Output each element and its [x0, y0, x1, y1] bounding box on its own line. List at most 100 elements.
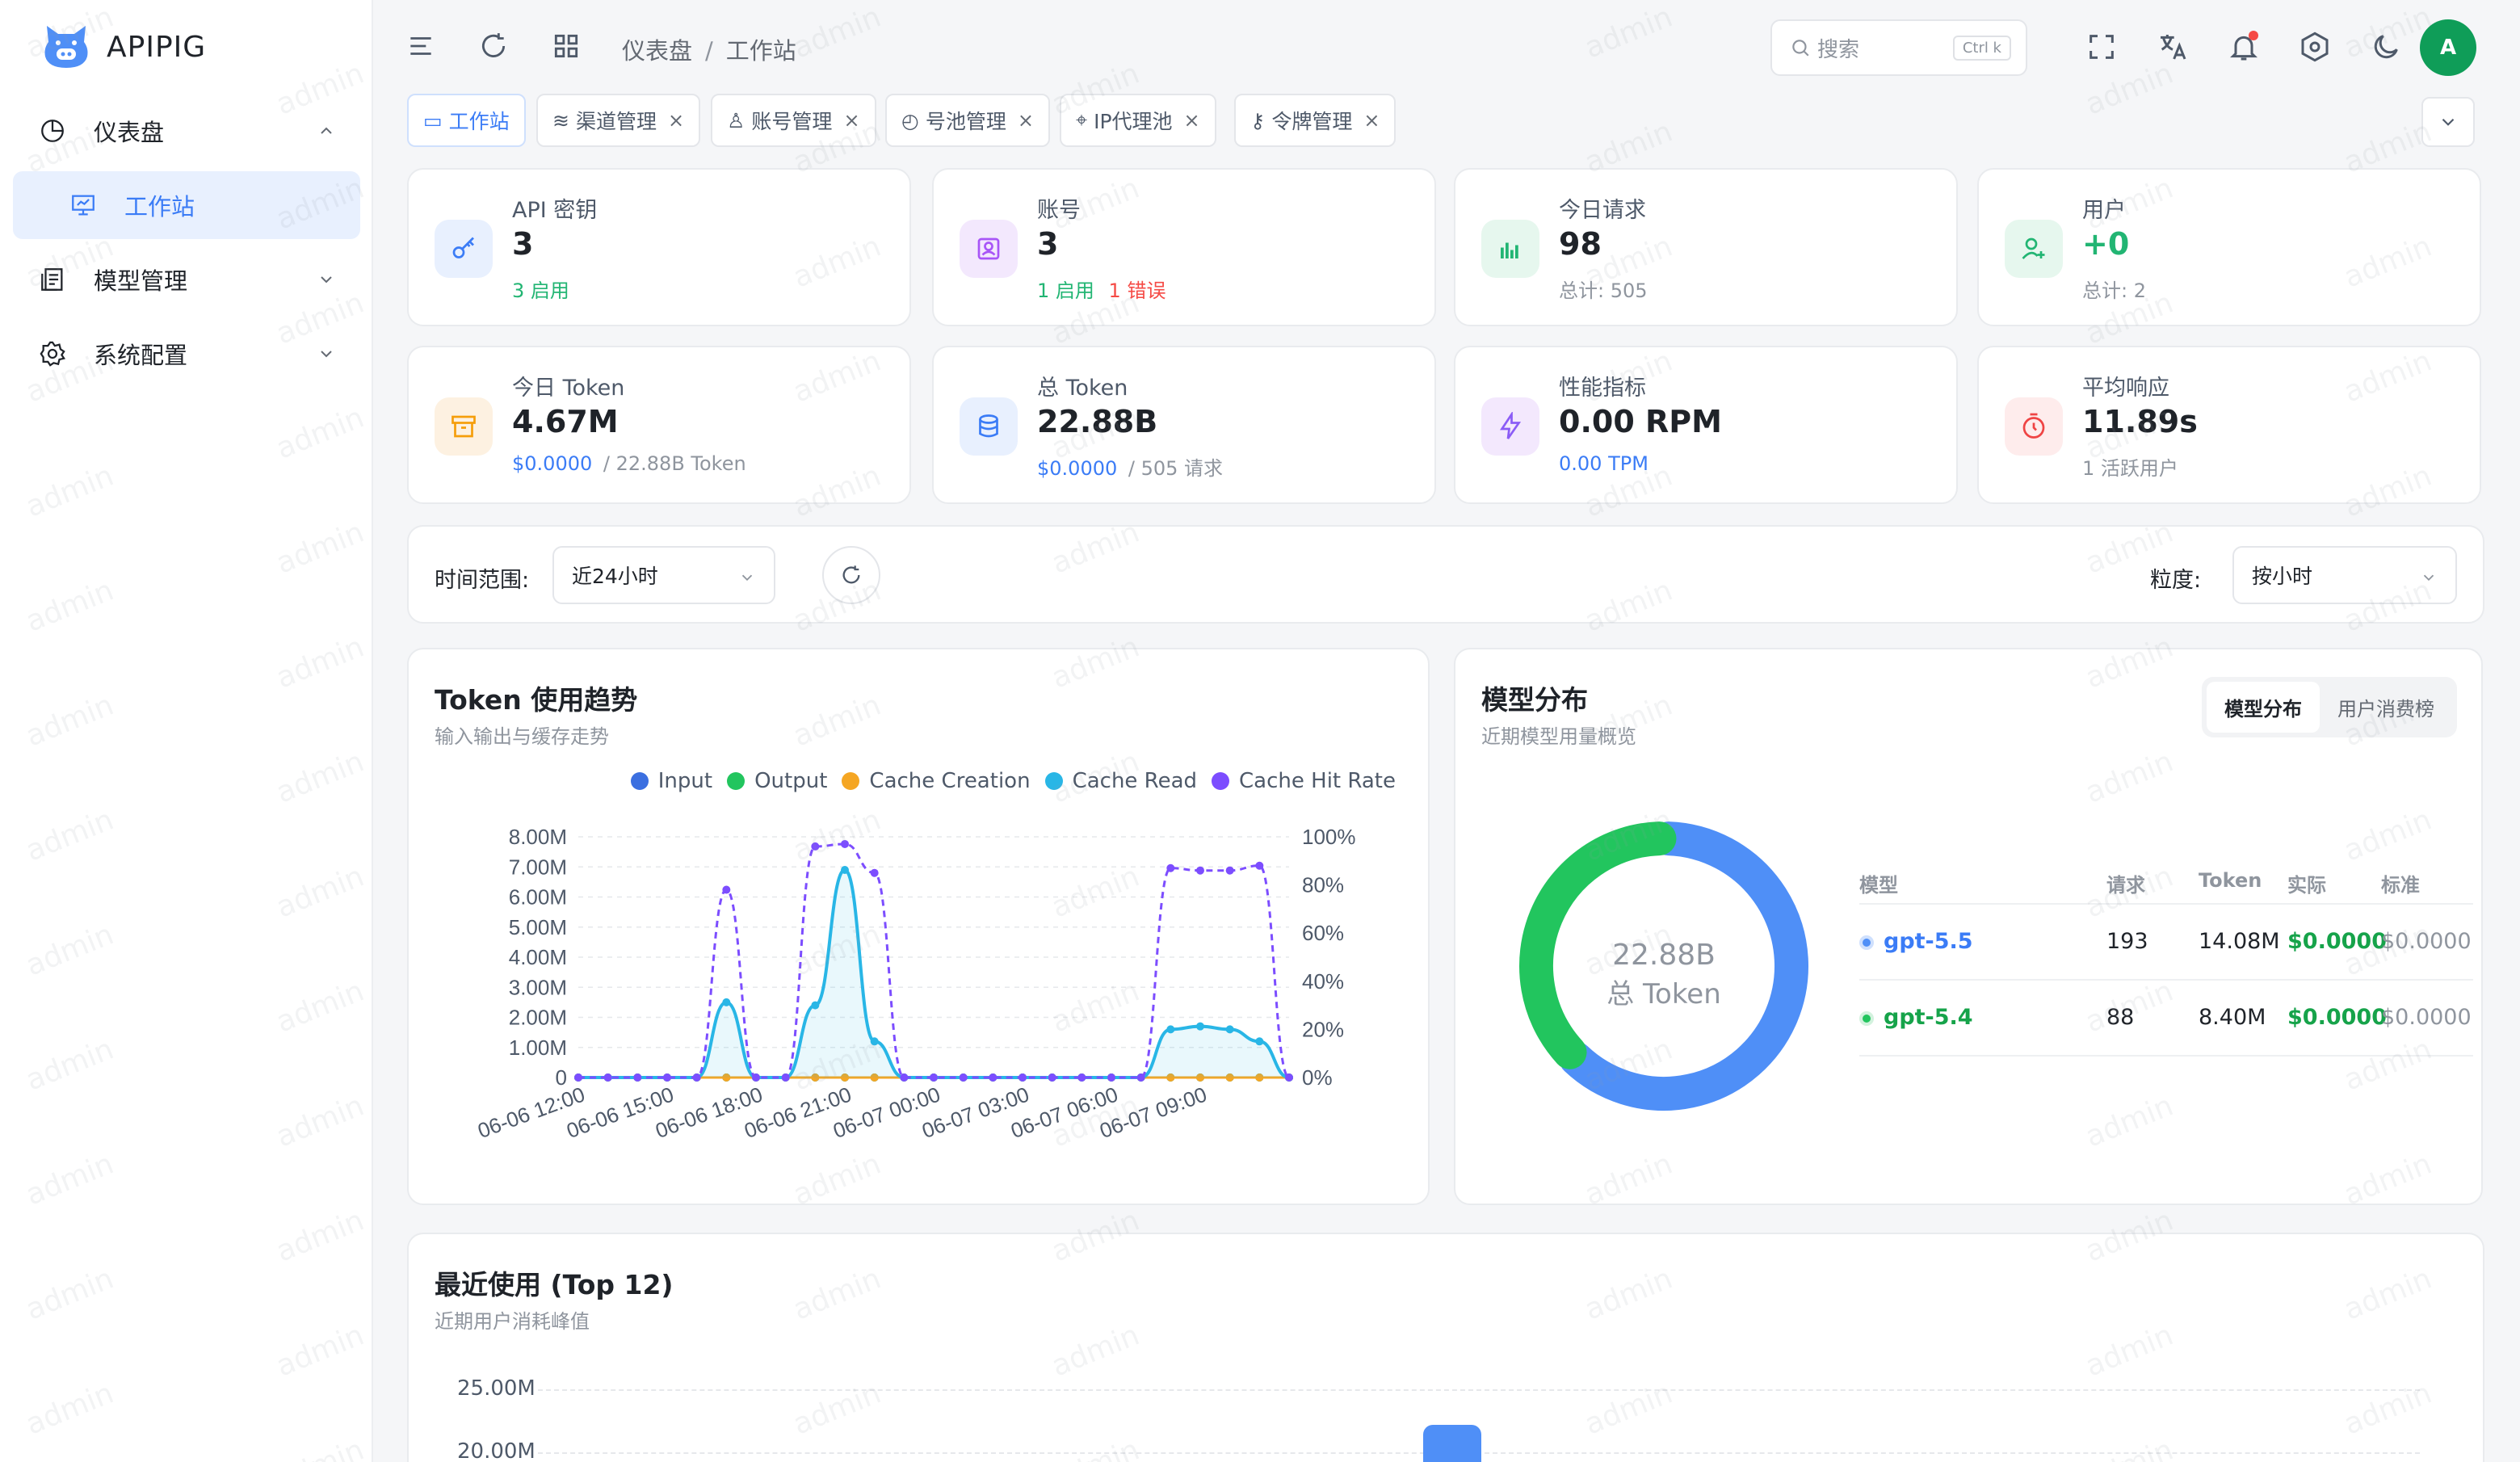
series-cache-hit-rate-point [959, 1073, 968, 1082]
table-row[interactable]: gpt-5.5 193 14.08M $0.0000 $0.0000 [1859, 905, 2473, 981]
menu-toggle-icon[interactable] [405, 31, 436, 61]
tab-workstation[interactable]: ▭ 工作站 [407, 94, 526, 147]
translate-icon[interactable] [2157, 31, 2189, 63]
series-cache-hit-rate-point [930, 1073, 938, 1082]
table-row[interactable]: gpt-5.4 88 8.40M $0.0000 $0.0000 [1859, 981, 2473, 1057]
tabs-dropdown-button[interactable] [2421, 97, 2475, 147]
stat-value: 3 [1037, 226, 1059, 262]
column-header: 请求 [2106, 874, 2145, 897]
clock-icon: ◴ [901, 108, 919, 132]
tab-label: IP代理池 [1094, 110, 1173, 133]
granularity-select[interactable]: 按小时 [2232, 546, 2457, 604]
view-switcher: 模型分布 用户消费榜 [2202, 677, 2457, 737]
stack-icon: ≋ [552, 108, 569, 132]
search-icon [1792, 40, 1809, 57]
series-dot [1859, 935, 1874, 950]
document-icon [41, 268, 63, 291]
sidebar-item-workstation[interactable]: 工作站 [13, 171, 360, 239]
table-header: 模型 请求 Token 实际 标准 [1859, 859, 2473, 905]
stat-label: 账号 [1037, 198, 1081, 223]
search-shortcut: Ctrl k [1952, 36, 2011, 61]
search-input[interactable]: 搜索 Ctrl k [1770, 19, 2027, 76]
legend-item-cache-hit-rate[interactable]: Cache Hit Rate [1212, 769, 1396, 793]
standard-cost: $0.0000 [2381, 1005, 2472, 1030]
fullscreen-icon[interactable] [2085, 31, 2118, 63]
close-icon[interactable]: × [1018, 109, 1034, 132]
database-icon [960, 397, 1018, 456]
tab-ip-proxy-pool[interactable]: ⌖ IP代理池 × [1060, 94, 1216, 147]
stat-label: 平均响应 [2082, 376, 2169, 401]
tab-user-spending[interactable]: 用户消费榜 [2320, 682, 2452, 733]
legend-item-input[interactable]: Input [630, 769, 712, 793]
close-icon[interactable]: × [843, 109, 859, 132]
settings-hexagon-icon[interactable] [2299, 31, 2331, 63]
y2-tick-label: 0% [1302, 1065, 1333, 1090]
stat-label: 今日 Token [512, 376, 625, 401]
time-range-label: 时间范围: [435, 568, 530, 593]
id-card-icon [960, 220, 1018, 278]
refresh-icon[interactable] [478, 31, 509, 61]
series-cache-hit-rate-point [989, 1073, 998, 1082]
tab-token-management[interactable]: ⚷ 令牌管理 × [1234, 94, 1396, 147]
time-range-select[interactable]: 近24小时 [552, 546, 775, 604]
series-cache-hit-rate-point [781, 1073, 790, 1082]
legend-item-cache-creation[interactable]: Cache Creation [842, 769, 1031, 793]
series-cache-read-point [811, 1001, 820, 1010]
bar-chart-icon [1481, 220, 1539, 278]
series-cache-hit-rate-point [603, 1073, 612, 1082]
actual-cost: $0.0000 [2287, 929, 2387, 954]
series-cache-hit-rate-point [900, 1073, 909, 1082]
legend-item-output[interactable]: Output [727, 769, 827, 793]
close-icon[interactable]: × [1363, 109, 1380, 132]
moon-icon[interactable] [2370, 31, 2402, 63]
sidebar-item-dashboard[interactable]: 仪表盘 [13, 97, 360, 165]
panel-title: 模型分布 [1481, 684, 1588, 716]
pig-logo-icon [44, 26, 88, 68]
column-header: 标准 [2381, 874, 2420, 897]
sidebar-item-system-config[interactable]: 系统配置 [13, 320, 360, 388]
filter-bar: 时间范围: 近24小时 粒度: 按小时 [407, 525, 2484, 624]
grid-icon[interactable] [551, 31, 582, 61]
legend-item-cache-read[interactable]: Cache Read [1044, 769, 1197, 793]
series-dot [1859, 1010, 1874, 1026]
breadcrumb-item[interactable]: 仪表盘 [622, 37, 692, 65]
donut-center-label: 总 Token [1606, 978, 1721, 1010]
sidebar-item-model-management[interactable]: 模型管理 [13, 246, 360, 313]
column-header: 实际 [2287, 874, 2326, 897]
stopwatch-icon [2005, 397, 2063, 456]
close-icon[interactable]: × [668, 109, 684, 132]
lightning-icon [1481, 397, 1539, 456]
tab-model-distribution[interactable]: 模型分布 [2207, 682, 2320, 733]
column-header: Token [2199, 869, 2262, 892]
stat-card-api-keys: API 密钥 3 3 启用 [407, 168, 911, 326]
select-value: 近24小时 [572, 565, 658, 588]
tab-pool-management[interactable]: ◴ 号池管理 × [885, 94, 1050, 147]
stat-sub: 3 启用 [512, 279, 569, 302]
bar[interactable] [1423, 1425, 1481, 1462]
close-icon[interactable]: × [1184, 109, 1200, 132]
stat-value: 4.67M [512, 404, 619, 439]
tab-account-management[interactable]: ♙ 账号管理 × [711, 94, 876, 147]
stat-sub: 0.00 TPM [1559, 452, 1648, 475]
series-cache-hit-rate-point [1225, 866, 1234, 875]
app-logo[interactable]: APIPIG [40, 21, 206, 73]
series-cache-hit-rate-point [1107, 1073, 1115, 1082]
sidebar-item-label: 系统配置 [94, 342, 188, 369]
series-cache-hit-rate-point [1196, 866, 1204, 875]
refresh-button[interactable] [822, 546, 880, 604]
notification-badge [2249, 31, 2258, 40]
archive-icon [435, 397, 493, 456]
stat-sub: 1 活跃用户 [2082, 457, 2178, 480]
stat-value: 98 [1559, 226, 1602, 262]
sidebar: APIPIG 仪表盘 工作站 模型管理 系统配置 [0, 0, 373, 1462]
top-header: 仪表盘 / 工作站 搜索 Ctrl k A [373, 0, 2520, 92]
tab-label: 账号管理 [751, 110, 833, 133]
series-cache-hit-rate-point [1255, 861, 1264, 870]
panel-title: Token 使用趋势 [435, 684, 638, 716]
tab-channel-management[interactable]: ≋ 渠道管理 × [536, 94, 701, 147]
series-cache-read-point [870, 1037, 879, 1046]
chevron-down-icon [741, 574, 753, 582]
breadcrumb-item[interactable]: 工作站 [726, 37, 796, 65]
series-cache-hit-rate-point [752, 1073, 760, 1082]
user-avatar[interactable]: A [2420, 19, 2476, 76]
